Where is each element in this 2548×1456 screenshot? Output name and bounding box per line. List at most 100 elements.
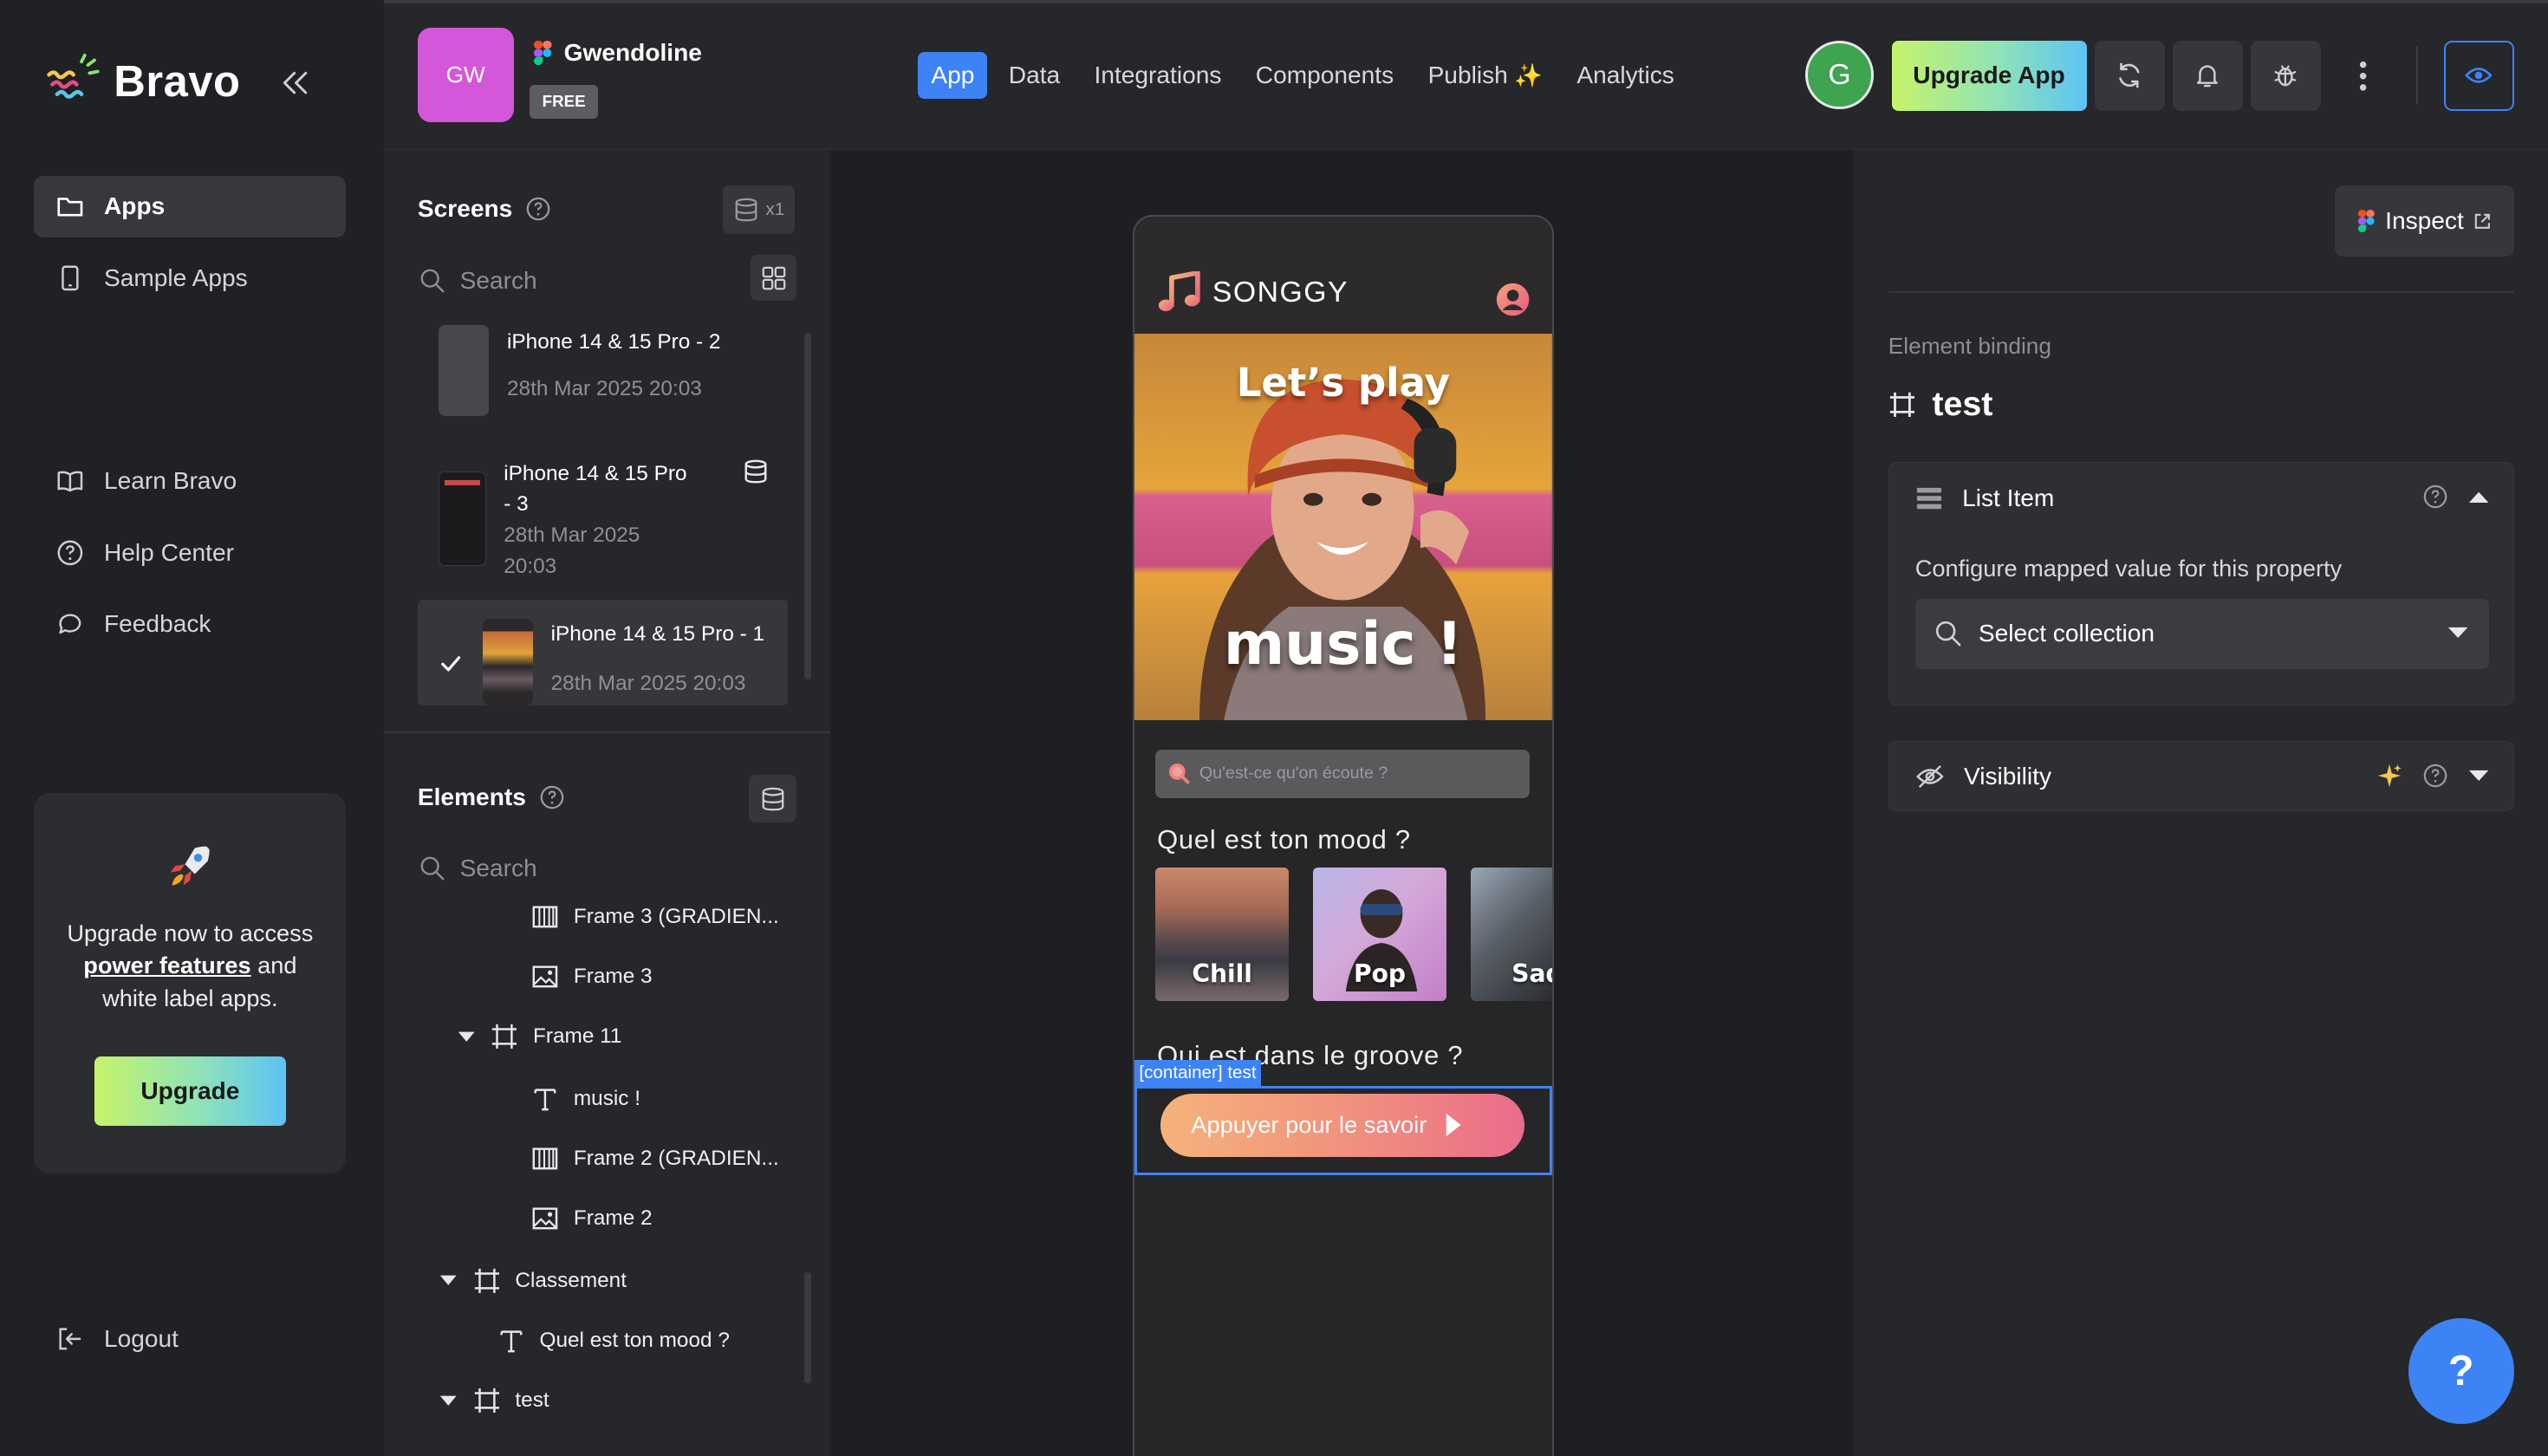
screen-date: 28th Mar 2025 20:03 — [550, 671, 746, 695]
image-icon — [532, 965, 558, 988]
mood-label: Chill — [1192, 959, 1252, 989]
tree-item-frame3-gradient[interactable]: Frame 3 (GRADIEN... — [531, 900, 779, 933]
power-features-link[interactable]: power features — [83, 952, 250, 978]
elements-database-button[interactable] — [749, 775, 796, 822]
search-icon — [1169, 764, 1190, 784]
sparkle-icon[interactable] — [2376, 763, 2402, 789]
upgrade-button[interactable]: Upgrade — [94, 1056, 286, 1127]
kebab-menu-icon — [2359, 62, 2366, 91]
visibility-property[interactable]: Visibility — [1888, 741, 2514, 811]
more-options-button[interactable] — [2343, 57, 2382, 96]
inspect-button[interactable]: Inspect — [2335, 185, 2514, 257]
tab-data[interactable]: Data — [996, 52, 1073, 99]
caret-down-icon[interactable] — [439, 1271, 458, 1290]
screens-search[interactable]: Search — [419, 267, 537, 295]
phone-frame[interactable]: SONGGY Let’s play music ! Qu'est-ce qu'o… — [1132, 214, 1554, 1456]
grid-view-button[interactable] — [751, 255, 796, 301]
brand-logo[interactable]: Bravo — [42, 52, 241, 111]
notifications-button[interactable] — [2172, 40, 2243, 111]
screens-count: x1 — [765, 198, 785, 219]
caret-up-icon[interactable] — [2467, 489, 2490, 505]
upgrade-text-line1: Upgrade now to access — [67, 919, 314, 946]
tab-analytics[interactable]: Analytics — [1563, 52, 1687, 99]
help-circle-icon — [57, 540, 82, 565]
screen-date: 28th Mar 2025 20:03 — [507, 377, 702, 401]
phone-search-input[interactable]: Qu'est-ce qu'on écoute ? — [1155, 749, 1530, 798]
elements-scrollbar[interactable] — [804, 1272, 811, 1383]
tree-item-test[interactable]: test — [439, 1385, 549, 1418]
image-icon — [532, 1207, 558, 1230]
gradient-icon — [532, 1147, 558, 1170]
app-avatar[interactable]: GW — [417, 27, 514, 122]
tree-item-classement[interactable]: Classement — [439, 1264, 627, 1297]
help-circle-icon[interactable] — [2422, 763, 2448, 789]
selection-tag: [container] test — [1134, 1059, 1262, 1086]
element-name-text: test — [1932, 385, 1993, 424]
logout-button[interactable]: Logout — [34, 1308, 346, 1369]
project-title[interactable]: Gwendoline — [533, 39, 702, 67]
tree-item-frame2-gradient[interactable]: Frame 2 (GRADIEN... — [531, 1142, 779, 1175]
sparkle-icon: ✨ — [1514, 62, 1543, 88]
tab-app[interactable]: App — [918, 52, 988, 100]
caret-down-icon[interactable] — [457, 1027, 477, 1047]
mood-card-chill[interactable]: Chill — [1155, 868, 1289, 1002]
mood-card-pop[interactable]: Pop — [1313, 868, 1446, 1002]
help-chat-button[interactable]: ? — [2408, 1317, 2514, 1424]
collapse-sidebar-button[interactable] — [276, 65, 312, 101]
tab-components[interactable]: Components — [1243, 52, 1407, 99]
help-circle-icon[interactable] — [525, 196, 551, 222]
screen-item-iphone-2[interactable]: iPhone 14 & 15 Pro - 2 28th Mar 2025 20:… — [418, 320, 789, 424]
mood-label: Pop — [1353, 959, 1407, 989]
nav-item-sample-apps[interactable]: Sample Apps — [34, 247, 346, 309]
tree-item-label: Classement — [515, 1268, 627, 1292]
caret-down-icon[interactable] — [439, 1391, 458, 1411]
cta-label: Appuyer pour le savoir — [1191, 1111, 1427, 1139]
nav-item-learn-bravo[interactable]: Learn Bravo — [34, 450, 346, 511]
tree-item-frame3[interactable]: Frame 3 — [531, 960, 653, 993]
screen-thumbnail — [439, 471, 486, 566]
profile-icon[interactable] — [1495, 282, 1531, 317]
nav-item-feedback[interactable]: Feedback — [34, 593, 346, 654]
screen-item-iphone-3[interactable]: iPhone 14 & 15 Pro - 3 28th Mar 2025 20:… — [418, 455, 789, 588]
upgrade-app-button[interactable]: Upgrade App — [1891, 40, 2087, 111]
tree-item-frame11[interactable]: Frame 11 — [457, 1021, 621, 1054]
selected-element-name: test — [1888, 385, 1993, 424]
chevrons-left-icon — [283, 71, 307, 94]
user-avatar[interactable]: G — [1805, 40, 1874, 109]
screen-item-iphone-1[interactable]: iPhone 14 & 15 Pro - 1 28th Mar 2025 20:… — [417, 599, 789, 705]
nav-item-apps[interactable]: Apps — [34, 175, 347, 237]
help-circle-icon[interactable] — [539, 784, 565, 810]
search-icon — [420, 269, 445, 292]
sync-button[interactable] — [2094, 40, 2165, 111]
screens-scrollbar[interactable] — [804, 333, 811, 679]
nav-item-label: Learn Bravo — [104, 467, 237, 494]
tree-item-frame2[interactable]: Frame 2 — [531, 1203, 653, 1236]
select-collection-dropdown[interactable]: Select collection — [1914, 599, 2489, 669]
elements-title: Elements — [417, 783, 526, 810]
tab-publish[interactable]: Publish ✨ — [1415, 52, 1556, 99]
tree-item-mood-text[interactable]: Quel est ton mood ? — [497, 1324, 730, 1357]
figma-icon — [533, 40, 552, 66]
database-icon — [735, 198, 757, 222]
screen-date-line1: 28th Mar 2025 — [504, 523, 640, 547]
tree-item-label: Frame 2 — [573, 1206, 653, 1231]
bravo-logo-icon — [47, 53, 100, 99]
screen-title: iPhone 14 & 15 Pro - 2 — [507, 329, 721, 354]
mood-card-sad[interactable]: Sad — [1471, 868, 1552, 1002]
play-arrow-icon — [1446, 1114, 1461, 1137]
external-link-icon — [2474, 213, 2490, 229]
nav-item-help-center[interactable]: Help Center — [34, 522, 346, 583]
tab-integrations[interactable]: Integrations — [1082, 52, 1235, 99]
elements-search[interactable]: Search — [419, 855, 537, 882]
debug-button[interactable] — [2250, 40, 2321, 111]
tree-item-music-text[interactable]: music ! — [531, 1082, 640, 1115]
cta-button[interactable]: Appuyer pour le savoir — [1160, 1093, 1524, 1157]
list-item-header[interactable]: List Item — [1889, 463, 2513, 535]
tree-item-label: Frame 3 — [573, 964, 653, 988]
help-circle-icon[interactable] — [2422, 484, 2448, 510]
preview-button[interactable] — [2444, 40, 2514, 111]
screens-database-button[interactable]: x1 — [723, 185, 795, 234]
eye-icon — [2465, 68, 2493, 83]
screen-thumbnail — [439, 325, 490, 416]
caret-down-icon[interactable] — [2467, 768, 2490, 784]
